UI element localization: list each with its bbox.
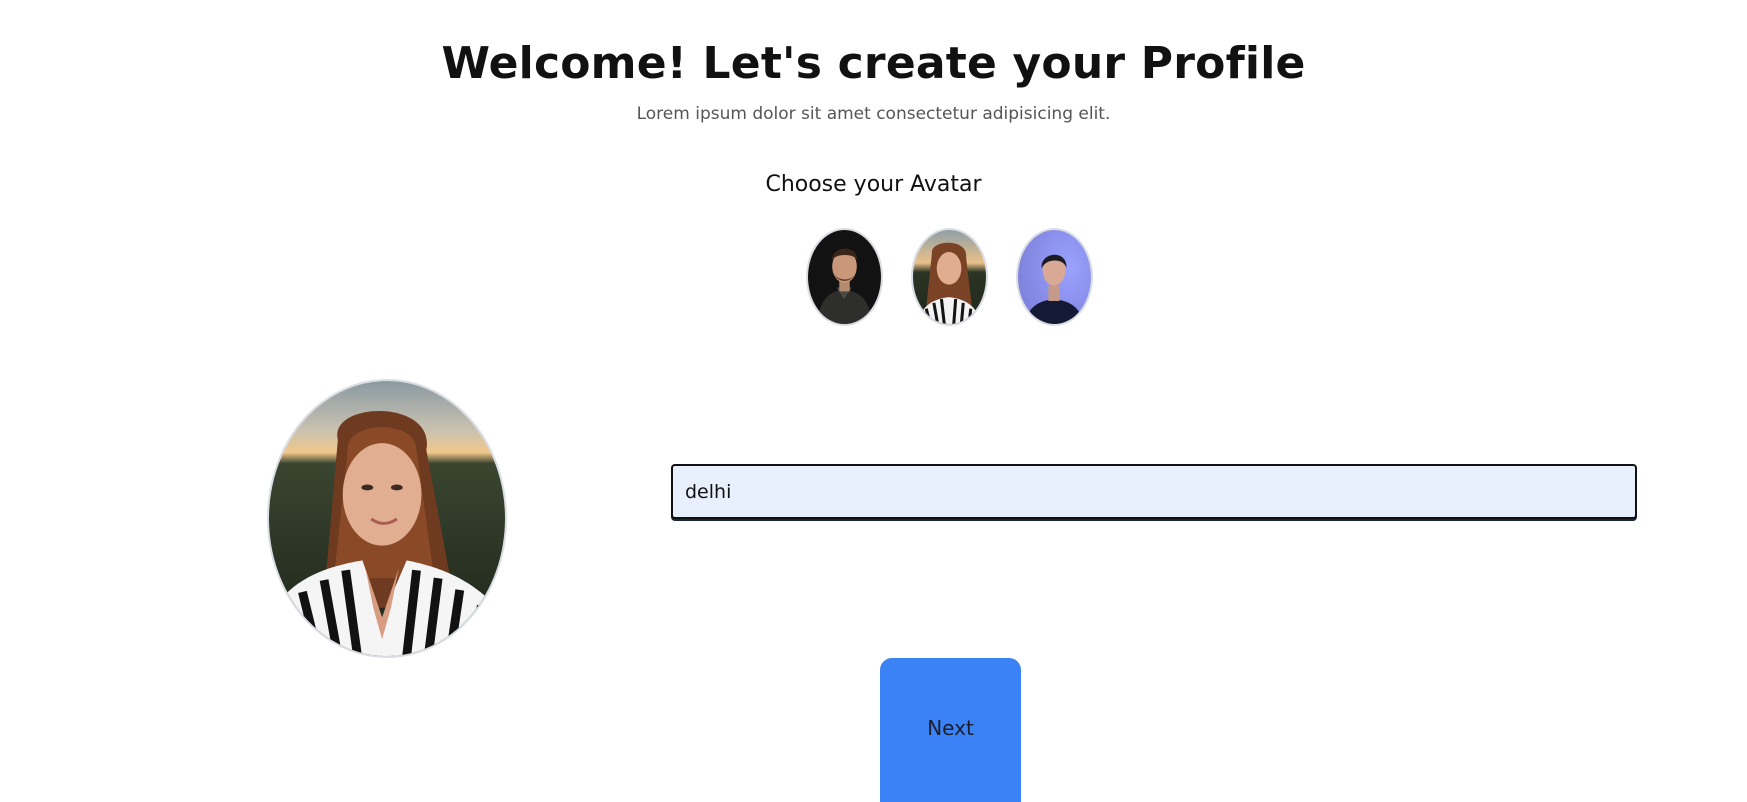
page-title: Welcome! Let's create your Profile [441,38,1306,89]
profile-setup-page: Welcome! Let's create your Profile Lorem… [0,0,1747,802]
selected-avatar-preview [267,379,507,658]
avatar-option-3[interactable] [1016,228,1093,326]
avatar-man-icon [808,230,881,324]
next-button[interactable]: Next [880,658,1021,802]
avatar-option-1[interactable] [806,228,883,326]
avatar-woman-striped-icon [913,230,986,324]
page-subtitle: Lorem ipsum dolor sit amet consectetur a… [636,104,1111,124]
avatar-woman-striped-icon [269,381,505,656]
avatar-picker-heading: Choose your Avatar [765,172,982,197]
avatar-woman-blue-icon [1018,230,1091,324]
city-input[interactable] [671,464,1637,519]
avatar-option-2[interactable] [911,228,988,326]
